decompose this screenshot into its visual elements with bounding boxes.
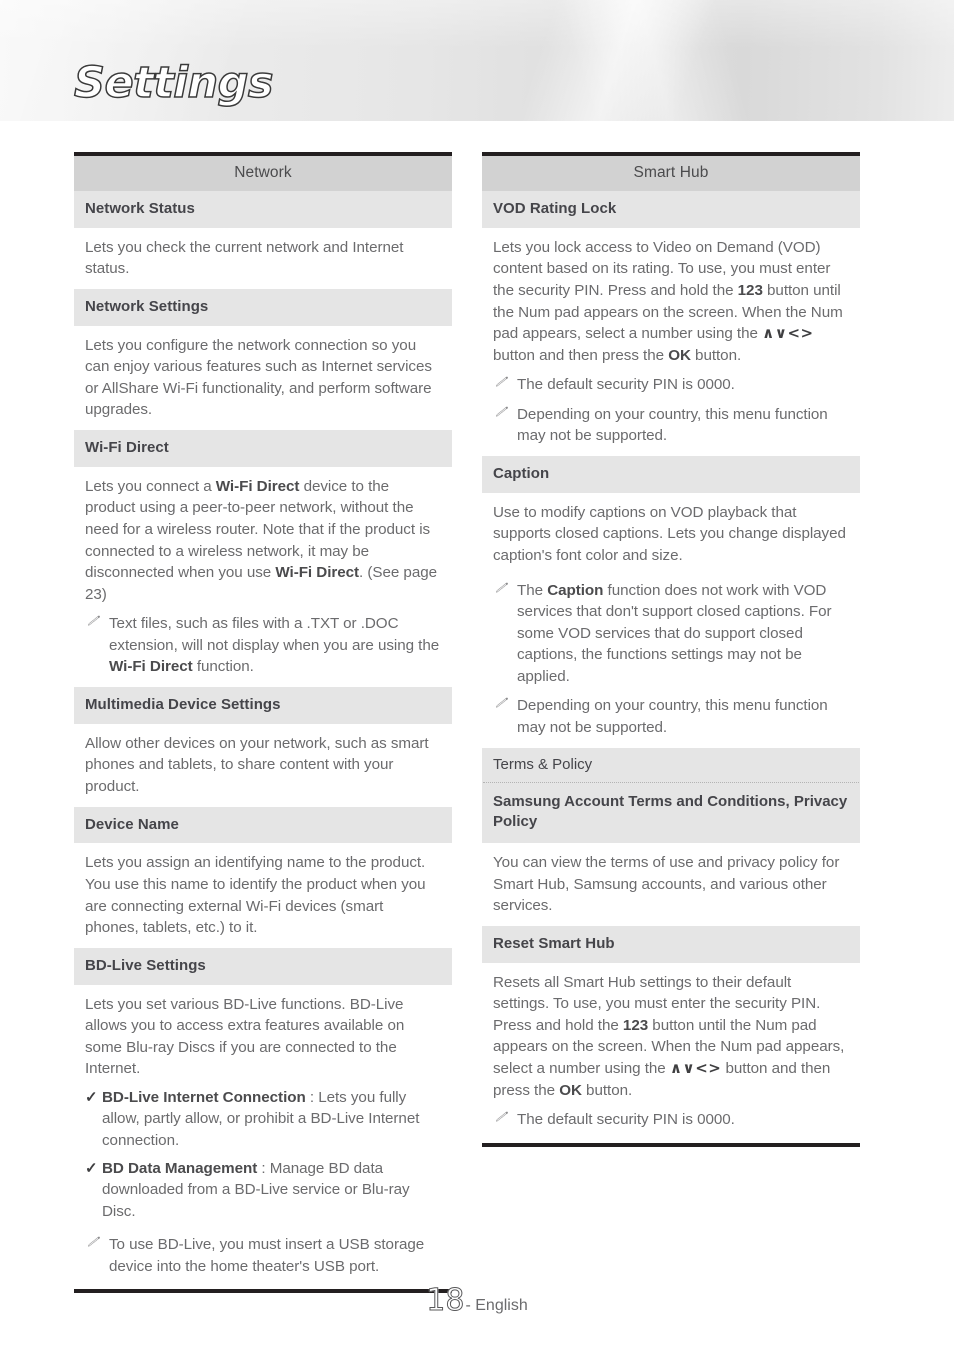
- check-item-bd-data-management: ✓ BD Data Management : Manage BD data do…: [74, 1155, 452, 1226]
- page-number: 18: [426, 1283, 465, 1319]
- note-text: Depending on your country, this menu fun…: [517, 697, 828, 736]
- body-bd-live-settings: Lets you set various BD-Live functions. …: [85, 995, 405, 1078]
- pencil-icon: [495, 376, 517, 388]
- check-text: BD-Live Internet Connection : Lets you f…: [102, 1087, 441, 1152]
- note-text: Depending on your country, this menu fun…: [517, 405, 828, 445]
- subheader-wifi-direct: Wi-Fi Direct: [74, 430, 452, 467]
- check-text: BD Data Management : Manage BD data down…: [102, 1158, 441, 1223]
- note-caption-function: The Caption function does not work with …: [482, 576, 860, 692]
- text-run: The: [517, 581, 548, 599]
- text-bold-wifi-direct-1: Wi-Fi Direct: [215, 477, 300, 495]
- subheader-samsung-account-terms: Samsung Account Terms and Conditions, Pr…: [493, 792, 848, 830]
- subheader-network-status: Network Status: [74, 191, 452, 228]
- terms-policy-block: Terms & Policy Samsung Account Terms and…: [482, 747, 860, 844]
- text-run: button and then press the: [493, 346, 669, 364]
- pencil-icon: [495, 697, 517, 709]
- body-vod-rating-lock: Lets you lock access to Video on Demand …: [482, 228, 860, 370]
- note-bd-live: To use BD-Live, you must insert a USB st…: [74, 1230, 452, 1281]
- text-bold-ok-button: OK: [668, 346, 691, 364]
- page-language: - English: [465, 1297, 528, 1314]
- text-run: Lets you connect a: [85, 477, 216, 495]
- subheader-caption: Caption: [482, 456, 860, 493]
- text-run: function.: [192, 658, 254, 676]
- text-bold-123-button: 123: [737, 281, 763, 299]
- page-footer: 18- English: [0, 1283, 954, 1319]
- pencil-icon: [87, 1236, 109, 1248]
- section-title-smart-hub: Smart Hub: [482, 156, 860, 191]
- pencil-icon: [495, 406, 517, 418]
- text-bold-caption: Caption: [547, 581, 604, 599]
- section-title-network: Network: [74, 156, 452, 191]
- pencil-icon: [495, 1111, 517, 1123]
- body-wifi-direct: Lets you connect a Wi-Fi Direct device t…: [74, 467, 452, 609]
- note-text: To use BD-Live, you must insert a USB st…: [109, 1236, 425, 1275]
- text-bold-bd-live-internet-connection: BD-Live Internet Connection: [102, 1088, 306, 1106]
- subheader-multimedia-device-settings: Multimedia Device Settings: [74, 687, 452, 724]
- right-column: Smart Hub VOD Rating Lock Lets you lock …: [482, 152, 860, 1147]
- note-vod-country-support: Depending on your country, this menu fun…: [482, 400, 860, 451]
- text-run: Text files, such as files with a .TXT or…: [109, 615, 440, 654]
- check-icon: ✓: [85, 1159, 98, 1177]
- check-icon: ✓: [85, 1088, 98, 1106]
- body-reset-smart-hub: Resets all Smart Hub settings to their d…: [482, 963, 860, 1105]
- check-item-bd-live-internet-connection: ✓ BD-Live Internet Connection : Lets you…: [74, 1084, 452, 1155]
- note-wifi-direct: Text files, such as files with a .TXT or…: [74, 609, 452, 682]
- body-terms-policy: You can view the terms of use and privac…: [493, 854, 840, 915]
- subheader-network-settings: Network Settings: [74, 288, 452, 326]
- text-bold-bd-data-management: BD Data Management: [102, 1159, 258, 1177]
- body-caption: Use to modify captions on VOD playback t…: [493, 503, 846, 564]
- text-bold-ok-button: OK: [559, 1081, 582, 1099]
- direction-arrows-icon: ∧∨<>: [669, 1058, 722, 1077]
- pencil-icon: [495, 582, 517, 594]
- note-caption-country-support: Depending on your country, this menu fun…: [482, 691, 860, 742]
- text-run: button.: [581, 1081, 633, 1099]
- body-multimedia-device-settings: Allow other devices on your network, suc…: [85, 734, 429, 796]
- note-text: The Caption function does not work with …: [517, 580, 849, 688]
- note-text: Text files, such as files with a .TXT or…: [109, 613, 441, 678]
- left-column: Network Network Status Lets you check th…: [74, 152, 452, 1294]
- page-title: Settings: [73, 57, 274, 109]
- subheader-bd-live-settings: BD-Live Settings: [74, 947, 452, 985]
- subheader-terms-policy: Terms & Policy: [493, 755, 593, 773]
- text-bold-123-button: 123: [622, 1016, 649, 1034]
- column-bottom-rule: [482, 1142, 860, 1147]
- note-text: The default security PIN is 0000.: [517, 1111, 735, 1129]
- note-vod-default-pin: The default security PIN is 0000.: [482, 370, 860, 400]
- body-network-status: Lets you check the current network and I…: [85, 238, 404, 278]
- note-reset-default-pin: The default security PIN is 0000.: [482, 1105, 860, 1135]
- text-run: button.: [690, 346, 742, 364]
- text-bold-note-wifi-direct: Wi-Fi Direct: [109, 658, 193, 676]
- direction-arrows-icon: ∧∨<>: [762, 324, 814, 343]
- note-text: The default security PIN is 0000.: [517, 376, 735, 394]
- body-device-name: Lets you assign an identifying name to t…: [85, 854, 426, 937]
- pencil-icon: [87, 615, 109, 627]
- body-network-settings: Lets you configure the network connectio…: [85, 336, 432, 419]
- subheader-device-name: Device Name: [74, 806, 452, 844]
- text-bold-wifi-direct-2: Wi-Fi Direct: [275, 564, 360, 582]
- subheader-reset-smart-hub: Reset Smart Hub: [482, 925, 860, 963]
- subheader-vod-rating-lock: VOD Rating Lock: [482, 191, 860, 228]
